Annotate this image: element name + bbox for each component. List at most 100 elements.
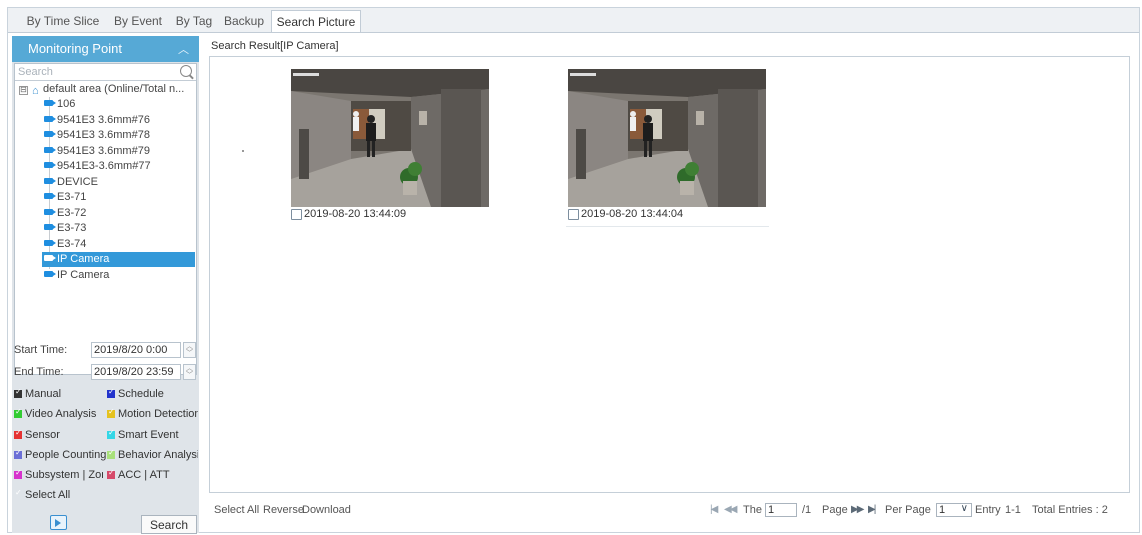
- picture-thumbnail[interactable]: [291, 69, 489, 207]
- per-page-select[interactable]: 1 ∨: [936, 503, 972, 517]
- event-type-checkbox[interactable]: Smart Event: [107, 428, 179, 441]
- tree-root[interactable]: ⊟ ⌂ default area (Online/Total n...: [15, 82, 196, 97]
- start-time-field[interactable]: 2019/8/20 0:00: [91, 342, 181, 358]
- tree-item-camera[interactable]: 9541E3-3.6mm#77: [42, 159, 194, 174]
- left-panel: Monitoring Point ︿ ⊟ ⌂ default area (Onl…: [12, 36, 199, 534]
- tree-item-label: E3-71: [57, 191, 87, 203]
- event-type-label: Motion Detection: [118, 408, 198, 421]
- camera-icon: [44, 177, 56, 184]
- event-type-checkbox[interactable]: Subsystem | Zone: [14, 468, 103, 482]
- checkbox-icon: [107, 468, 115, 480]
- event-type-label: Smart Event: [118, 428, 179, 441]
- tab-bar: By Time Slice By Event By Tag Backup Sea…: [8, 8, 1139, 33]
- event-type-label: Sensor: [25, 428, 60, 441]
- event-type-row: Sensor Smart Event: [12, 426, 199, 446]
- tree-item-camera[interactable]: IP Camera: [42, 252, 195, 267]
- previous-page-icon[interactable]: ◀◀: [724, 504, 737, 515]
- camera-icon: [44, 115, 56, 122]
- start-time-label: Start Time:: [14, 344, 68, 356]
- tree-item-camera[interactable]: 9541E3 3.6mm#76: [42, 113, 194, 128]
- checkbox-icon: [107, 428, 115, 439]
- entry-range: 1-1: [1005, 504, 1021, 516]
- picture-checkbox[interactable]: [291, 209, 302, 220]
- event-type-checkbox[interactable]: ACC | ATT: [107, 468, 170, 481]
- tree-item-label: IP Camera: [57, 253, 110, 265]
- tab-backup[interactable]: Backup: [220, 11, 268, 31]
- first-page-icon[interactable]: |◀: [710, 504, 718, 515]
- tree-item-camera[interactable]: E3-72: [42, 206, 194, 221]
- page-label: Page: [822, 504, 848, 516]
- page-input[interactable]: 1: [765, 503, 797, 517]
- select-all-label: Select All: [25, 489, 71, 501]
- tree-item-camera[interactable]: 9541E3 3.6mm#79: [42, 144, 194, 159]
- end-time-field[interactable]: 2019/8/20 23:59: [91, 364, 181, 380]
- picture-timestamp: 2019-08-20 13:44:09: [304, 208, 407, 220]
- event-type-checkbox[interactable]: Motion Detection: [107, 407, 198, 421]
- tab-divider: [8, 32, 1139, 33]
- tree-item-label: 9541E3-3.6mm#77: [57, 160, 151, 172]
- search-button[interactable]: Search: [141, 515, 197, 534]
- tab-by-time-slice[interactable]: By Time Slice: [22, 11, 104, 31]
- search-icon[interactable]: [180, 65, 192, 77]
- select-all-row[interactable]: Select All: [12, 486, 199, 506]
- picture-card[interactable]: 2019-08-20 13:44:09: [291, 69, 491, 229]
- result-footer: Select All Reverse Download |◀ ◀◀ The 1 …: [209, 497, 1139, 524]
- tree-item-camera[interactable]: E3-71: [42, 190, 194, 205]
- chevron-up-icon[interactable]: ︿: [178, 41, 189, 57]
- tab-by-tag[interactable]: By Tag: [170, 11, 218, 31]
- event-type-label: Subsystem | Zone: [25, 469, 103, 482]
- event-type-label: People Counting: [25, 448, 107, 461]
- tree-item-camera[interactable]: 9541E3 3.6mm#78: [42, 128, 194, 143]
- checkbox-icon: [14, 387, 22, 398]
- tree-item-label: E3-74: [57, 237, 87, 250]
- event-type-label: Manual: [25, 388, 62, 400]
- tree-search: [15, 64, 196, 81]
- end-time-spinner[interactable]: ︿ ﹀: [183, 364, 196, 380]
- per-page-label: Per Page: [885, 504, 931, 516]
- picture-timestamp: 2019-08-20 13:44:04: [581, 208, 684, 220]
- search-input[interactable]: [18, 64, 168, 79]
- device-tree-panel: ⊟ ⌂ default area (Online/Total n... 106 9…: [14, 63, 197, 375]
- reverse-link[interactable]: Reverse: [263, 504, 304, 516]
- picture-card[interactable]: 2019-08-20 13:44:04: [568, 69, 768, 229]
- event-type-checkbox[interactable]: People Counting: [14, 448, 107, 461]
- picture-thumbnail[interactable]: [568, 69, 766, 207]
- event-type-checkbox[interactable]: Schedule: [107, 387, 164, 400]
- home-icon: ⌂: [32, 85, 39, 97]
- start-time-spinner[interactable]: ︿ ﹀: [183, 342, 196, 358]
- camera-icon: [44, 100, 56, 106]
- event-type-checkbox[interactable]: Manual: [14, 387, 62, 400]
- event-type-row: Video Analysis Motion Detection: [12, 405, 199, 425]
- tree-item-label: 9541E3 3.6mm#79: [57, 144, 150, 157]
- picture-checkbox[interactable]: [568, 209, 579, 220]
- monitoring-point-header[interactable]: Monitoring Point ︿: [12, 36, 199, 62]
- download-link[interactable]: Download: [302, 504, 351, 516]
- event-type-checkbox[interactable]: Sensor: [14, 428, 60, 441]
- checkbox-icon: [107, 407, 115, 419]
- checkbox-icon: [107, 448, 115, 459]
- event-type-row: Manual Schedule: [12, 385, 199, 405]
- tree-item-camera[interactable]: 106: [42, 97, 194, 112]
- event-type-checkbox[interactable]: Video Analysis: [14, 407, 96, 420]
- tree-item-camera[interactable]: E3-74: [42, 237, 194, 252]
- camera-icon: [44, 208, 56, 215]
- event-type-checkbox[interactable]: Behavior Analysis: [107, 448, 198, 461]
- tree-item-camera[interactable]: E3-73: [42, 221, 194, 236]
- select-all-link[interactable]: Select All: [214, 504, 259, 516]
- tree-item-label: DEVICE: [57, 175, 98, 188]
- total-entries: Total Entries : 2: [1032, 504, 1108, 516]
- camera-icon: [44, 146, 56, 153]
- checkbox-icon: [107, 387, 115, 398]
- last-page-icon[interactable]: ▶|: [868, 504, 876, 515]
- picture-icon[interactable]: [50, 515, 67, 530]
- event-type-row: People Counting Behavior Analysis: [12, 446, 199, 466]
- checkbox-icon: [14, 428, 22, 439]
- next-page-icon[interactable]: ▶▶: [851, 504, 864, 515]
- tab-by-event[interactable]: By Event: [108, 11, 168, 31]
- tree-item-camera[interactable]: DEVICE: [42, 175, 194, 190]
- tree-root-label: default area (Online/Total n...: [43, 83, 185, 95]
- select-all-checkbox[interactable]: Select All: [14, 488, 71, 501]
- tree-item-camera[interactable]: IP Camera: [42, 268, 194, 283]
- collapse-tree-icon[interactable]: ⊟: [19, 86, 28, 95]
- tab-search-picture[interactable]: Search Picture: [271, 10, 361, 33]
